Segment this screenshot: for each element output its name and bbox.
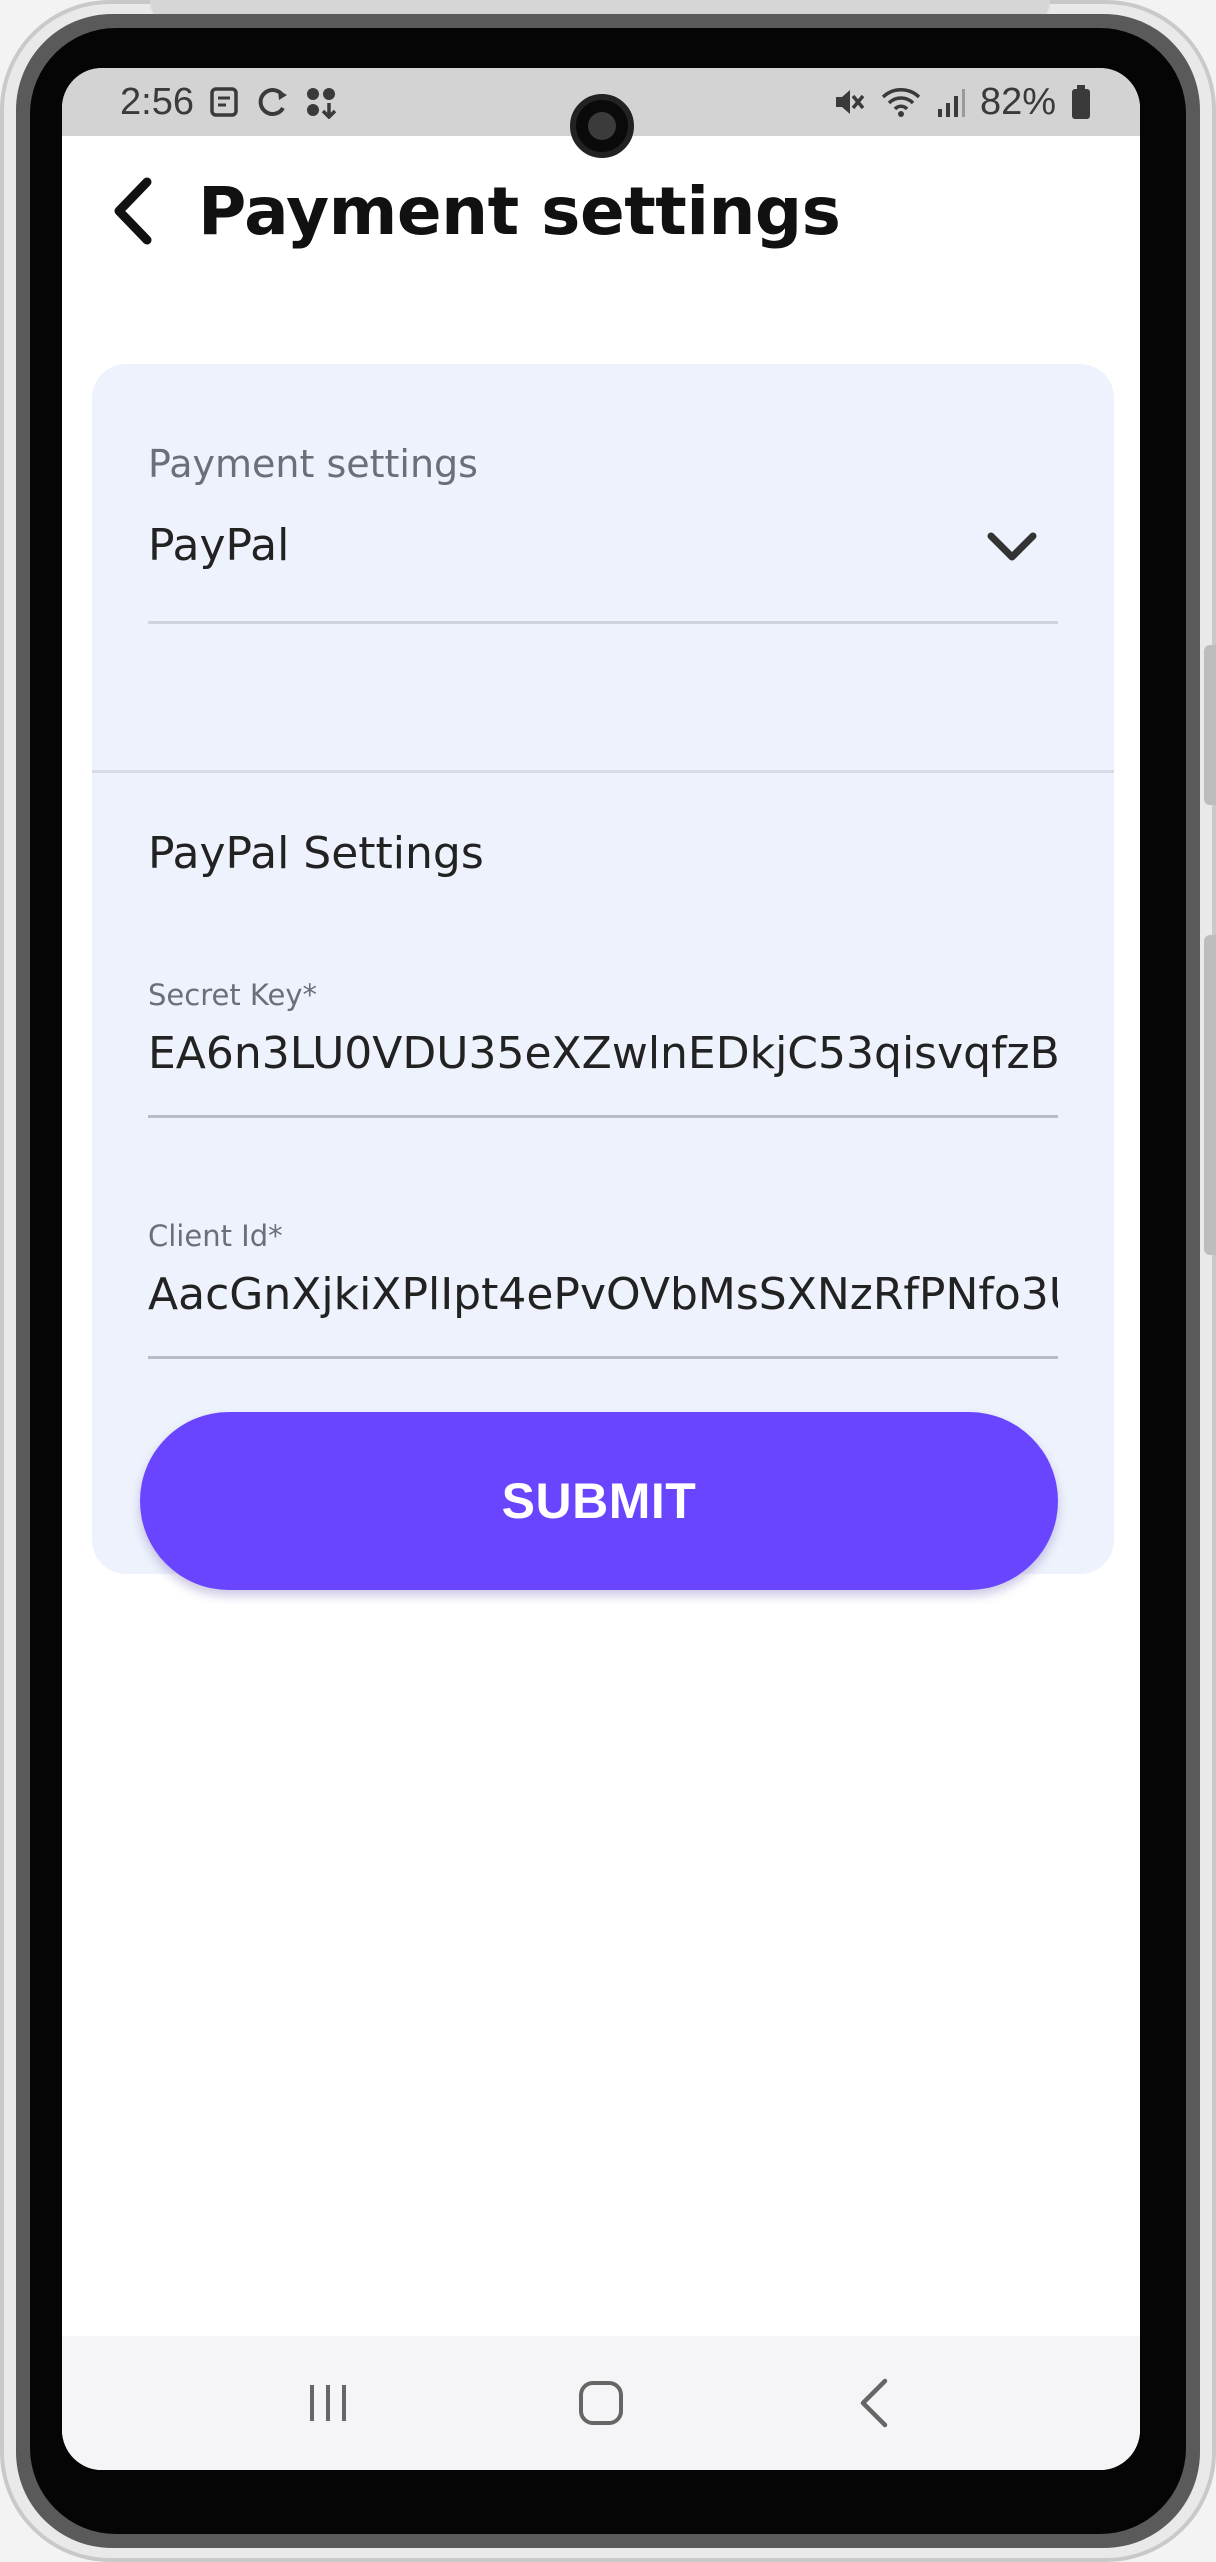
screen: 2:56 82% Payment settings Payment settin…: [62, 68, 1140, 2470]
signal-icon: [936, 85, 966, 119]
payment-method-select[interactable]: PayPal: [148, 514, 1058, 624]
system-nav-bar: [62, 2336, 1140, 2470]
nav-back-icon: [860, 2378, 887, 2428]
paypal-settings-heading: PayPal Settings: [148, 828, 484, 879]
status-time: 2:56: [120, 80, 194, 123]
app-header: Payment settings: [62, 136, 1140, 286]
apps-icon: [304, 85, 340, 119]
chevron-left-icon: [114, 177, 152, 245]
chevron-down-icon: [987, 532, 1037, 561]
status-right: 82%: [832, 81, 1092, 124]
card-divider: [92, 770, 1114, 773]
nav-back-button[interactable]: [814, 2353, 934, 2453]
back-button[interactable]: [98, 166, 168, 256]
payment-method-label: Payment settings: [148, 442, 478, 486]
secret-key-field[interactable]: Secret Key* EA6n3LU0VDU35eXZwlnEDkjC53qi…: [148, 978, 1058, 1118]
payment-settings-card: Payment settings PayPal PayPal Settings …: [92, 364, 1114, 1590]
secret-key-input[interactable]: EA6n3LU0VDU35eXZwlnEDkjC53qisvqfzBA: [148, 1028, 1058, 1079]
volume-button: [1204, 645, 1216, 805]
wifi-icon: [880, 85, 922, 119]
notification-icon: [208, 85, 242, 119]
secret-key-label: Secret Key*: [148, 978, 317, 1012]
client-id-field[interactable]: Client Id* AacGnXjkiXPlIpt4ePvOVbMsSXNzR…: [148, 1219, 1058, 1359]
recents-icon: [310, 2385, 347, 2421]
power-button: [1204, 935, 1216, 1255]
submit-button[interactable]: SUBMIT: [140, 1412, 1058, 1590]
client-id-input[interactable]: AacGnXjkiXPlIpt4ePvOVbMsSXNzRfPNfo3U: [148, 1269, 1058, 1320]
sync-icon: [256, 85, 290, 119]
home-icon: [578, 2381, 623, 2425]
home-button[interactable]: [541, 2353, 661, 2453]
battery-percent: 82%: [979, 80, 1056, 123]
mute-icon: [832, 85, 866, 119]
status-left: 2:56: [120, 81, 340, 124]
recents-button[interactable]: [268, 2353, 388, 2453]
payment-method-value: PayPal: [148, 520, 290, 571]
client-id-label: Client Id*: [148, 1219, 283, 1253]
battery-icon: [1070, 84, 1092, 120]
page-title: Payment settings: [198, 172, 841, 250]
